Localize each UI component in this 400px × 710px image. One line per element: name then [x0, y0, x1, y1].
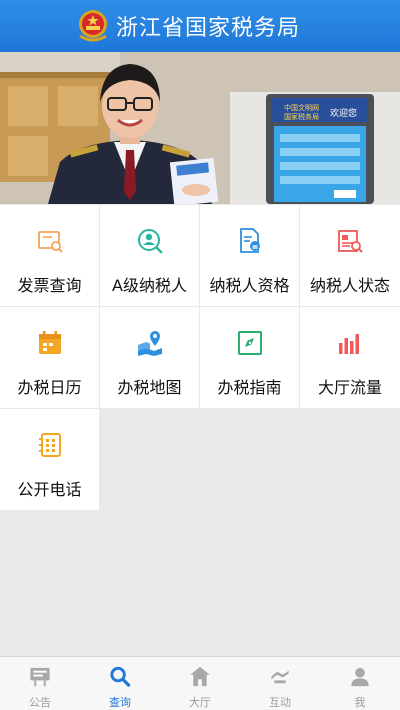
calendar-icon	[38, 331, 61, 354]
tab-label: 大厅	[189, 696, 211, 709]
tile-label: 公开电话	[17, 480, 82, 499]
tile-label: 办税日历	[17, 378, 82, 397]
hall-traffic-chart-icon	[339, 334, 359, 354]
a-level-taxpayer-icon	[137, 229, 163, 254]
guide-compass-icon	[237, 331, 262, 355]
banner-photo[interactable]: 中国文明网 国家税务局 欢迎您	[0, 52, 400, 204]
tile-hall-traffic[interactable]: 大厅流量	[300, 307, 400, 408]
tile-label: 发票查询	[17, 276, 82, 295]
tile-tax-map[interactable]: 办税地图	[100, 307, 199, 408]
taxpayer-status-icon	[338, 230, 363, 253]
search-icon	[110, 666, 131, 687]
tile-public-phone[interactable]: 公开电话	[0, 409, 99, 510]
tile-taxpayer-status[interactable]: 纳税人状态	[300, 205, 400, 306]
tile-label: 纳税人资格	[209, 276, 290, 295]
tab-announcement[interactable]: 公告	[0, 657, 80, 710]
tab-me[interactable]: 我	[320, 657, 400, 710]
profile-icon	[351, 667, 369, 687]
map-icon	[137, 331, 162, 356]
hall-icon	[190, 666, 210, 687]
tab-label: 公告	[29, 696, 51, 709]
tile-taxpayer-qualification[interactable]: 纳税人资格	[200, 205, 299, 306]
tab-hall[interactable]: 大厅	[160, 657, 240, 710]
tile-tax-calendar[interactable]: 办税日历	[0, 307, 99, 408]
tile-label: 纳税人状态	[309, 276, 390, 295]
tile-a-level-taxpayer[interactable]: A级纳税人	[100, 205, 199, 306]
tile-label: 办税指南	[217, 378, 282, 397]
taxpayer-qualification-icon	[239, 228, 260, 253]
tile-tax-guide[interactable]: 办税指南	[200, 307, 299, 408]
svg-text:中国文明网: 中国文明网	[284, 103, 319, 112]
tab-label: 我	[354, 696, 366, 709]
tile-label: 办税地图	[117, 378, 182, 397]
svg-text:欢迎您: 欢迎您	[330, 107, 357, 119]
bottom-tab-bar: 公告 查询 大厅 互动 我	[0, 656, 400, 710]
tax-officer-photo: 中国文明网 国家税务局 欢迎您	[0, 52, 400, 204]
app-header: 浙江省国家税务局	[0, 0, 400, 52]
tile-label: A级纳税人	[112, 276, 187, 295]
public-phone-icon	[38, 433, 61, 457]
interaction-icon	[271, 670, 289, 684]
announcement-icon	[30, 667, 50, 687]
tab-search[interactable]: 查询	[80, 657, 160, 710]
svg-text:国家税务局: 国家税务局	[284, 112, 319, 121]
national-emblem-icon	[78, 10, 107, 42]
tile-invoice-query[interactable]: 发票查询	[0, 205, 99, 306]
tab-interaction[interactable]: 互动	[240, 657, 320, 710]
invoice-search-icon	[37, 231, 63, 253]
tab-label: 互动	[269, 696, 291, 709]
tab-label: 查询	[109, 696, 131, 709]
page-title: 浙江省国家税务局	[115, 16, 300, 41]
tile-label: 大厅流量	[317, 378, 382, 397]
